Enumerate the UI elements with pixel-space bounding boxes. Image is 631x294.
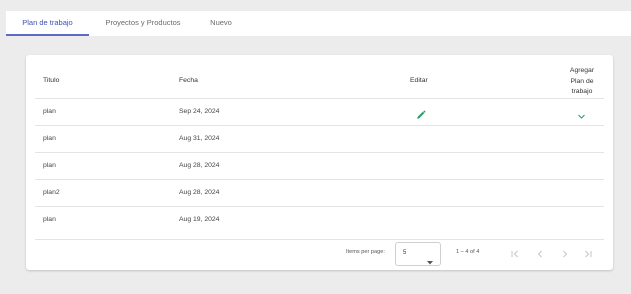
cell-fecha: Aug 31, 2024 [179,135,220,142]
tab-plan-de-trabajo[interactable]: Plan de trabajo [6,11,89,35]
column-header-fecha: Fecha [179,77,198,84]
table-row: plan2 Aug 28, 2024 [35,179,604,206]
chevron-down-icon[interactable] [577,108,586,119]
column-header-agregar-line1: Agregar [569,67,595,74]
last-page-icon[interactable] [582,247,594,259]
cell-titulo: plan [43,216,56,223]
cell-fecha: Sep 24, 2024 [179,108,220,115]
column-header-agregar-line3: trabajo [571,88,593,95]
page-range-label: 1 – 4 of 4 [456,249,480,255]
plan-table-card: Titulo Fecha Editar Agregar Plan de trab… [26,55,613,270]
cell-titulo: plan [43,108,56,115]
column-header-agregar-plan: Agregar Plan de trabajo [562,66,602,98]
tab-nuevo[interactable]: Nuevo [199,11,243,35]
page-size-select[interactable]: 5 [395,242,441,266]
active-tab-indicator [6,34,89,36]
column-header-agregar-line2: Plan de [570,77,594,85]
tab-proyectos-y-productos[interactable]: Proyectos y Productos [93,11,193,35]
table-row: plan Aug 31, 2024 [35,125,604,152]
column-header-editar: Editar [410,77,428,84]
cell-fecha: Aug 28, 2024 [179,162,220,169]
table-row: plan Aug 19, 2024 [35,206,604,233]
table-row: plan Aug 28, 2024 [35,152,604,179]
tab-bar: Plan de trabajo Proyectos y Productos Nu… [6,11,631,36]
paginator: Items per page: 5 1 – 4 of 4 [35,239,604,268]
page: Plan de trabajo Proyectos y Productos Nu… [0,0,631,294]
cell-titulo: plan [43,162,56,169]
first-page-icon[interactable] [509,247,521,259]
page-size-value: 5 [403,250,407,256]
chevron-left-icon[interactable] [534,247,546,259]
cell-fecha: Aug 28, 2024 [179,189,220,196]
cell-titulo: plan [43,135,56,142]
pencil-icon[interactable] [416,107,426,119]
items-per-page-label: Items per page: [346,249,385,255]
column-header-titulo: Titulo [43,77,60,84]
cell-fecha: Aug 19, 2024 [179,216,220,223]
table-row: plan Sep 24, 2024 [35,98,604,125]
dropdown-arrow-icon [427,252,433,265]
chevron-right-icon[interactable] [559,247,571,259]
cell-titulo: plan2 [43,189,60,196]
